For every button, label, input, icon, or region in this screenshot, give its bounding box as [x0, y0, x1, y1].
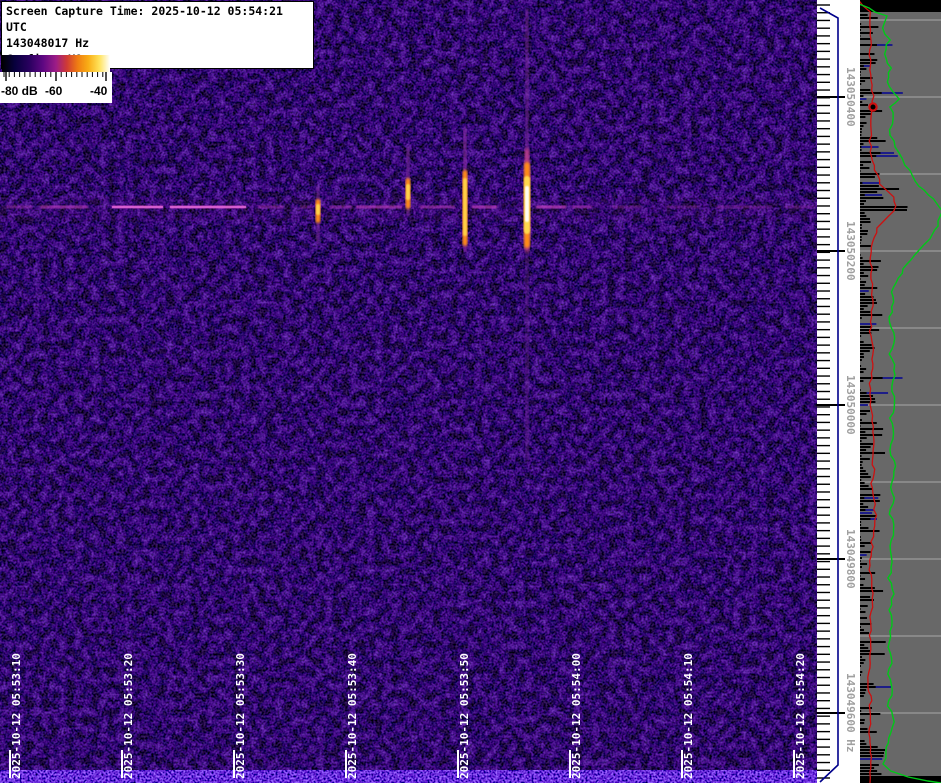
- time-label: 2025-10-12 05:53:40: [346, 653, 359, 779]
- color-scale-legend: -80 dB -60 -40: [0, 55, 112, 103]
- time-label: 2025-10-12 05:54:00: [570, 653, 583, 779]
- time-label: 2025-10-12 05:54:20: [794, 653, 807, 779]
- echo-segment: [316, 204, 320, 215]
- spectrogram-app: 2025-10-12 05:53:10 2025-10-12 05:53:20 20…: [0, 0, 941, 783]
- axis-line: [819, 7, 839, 783]
- frequency-axis: 143050400 143050200 143050000 143049800 1430…: [817, 0, 860, 783]
- capture-time-text: Screen Capture Time: 2025-10-12 05:54:21…: [6, 4, 283, 34]
- db-label-min: -80 dB: [1, 84, 38, 98]
- frequency-label: 143050200: [844, 221, 857, 281]
- frequency-marker-dot: [868, 102, 878, 112]
- color-gradient-bar: [2, 55, 110, 72]
- color-scale-strip: -80 dB -60 -40: [0, 72, 112, 103]
- frequency-label: 143049600 Hz: [844, 673, 857, 753]
- frequency-label: 143049800: [844, 529, 857, 589]
- frequency-text: 143048017 Hz: [6, 36, 90, 50]
- db-label-max: -40: [90, 84, 108, 98]
- echo-segment: [525, 242, 529, 462]
- echo-segment: [525, 8, 529, 172]
- spectrum-panel-canvas: [860, 0, 941, 783]
- time-label: 2025-10-12 05:53:30: [234, 653, 247, 779]
- spectrum-panel: [860, 0, 941, 783]
- echo-segment: [525, 186, 529, 222]
- time-label: 2025-10-12 05:54:10: [682, 653, 695, 779]
- frequency-label: 143050000: [844, 375, 857, 435]
- color-scale-ticks: [3, 72, 107, 81]
- echo-segment: [406, 184, 410, 200]
- time-label: 2025-10-12 05:53:10: [10, 653, 23, 779]
- db-label-mid: -60: [45, 84, 63, 98]
- echo-segment: [463, 178, 467, 236]
- time-label: 2025-10-12 05:53:50: [458, 653, 471, 779]
- time-label: 2025-10-12 05:53:20: [122, 653, 135, 779]
- waterfall-display: 2025-10-12 05:53:10 2025-10-12 05:53:20 20…: [0, 0, 817, 783]
- frequency-label: 143050400: [844, 67, 857, 127]
